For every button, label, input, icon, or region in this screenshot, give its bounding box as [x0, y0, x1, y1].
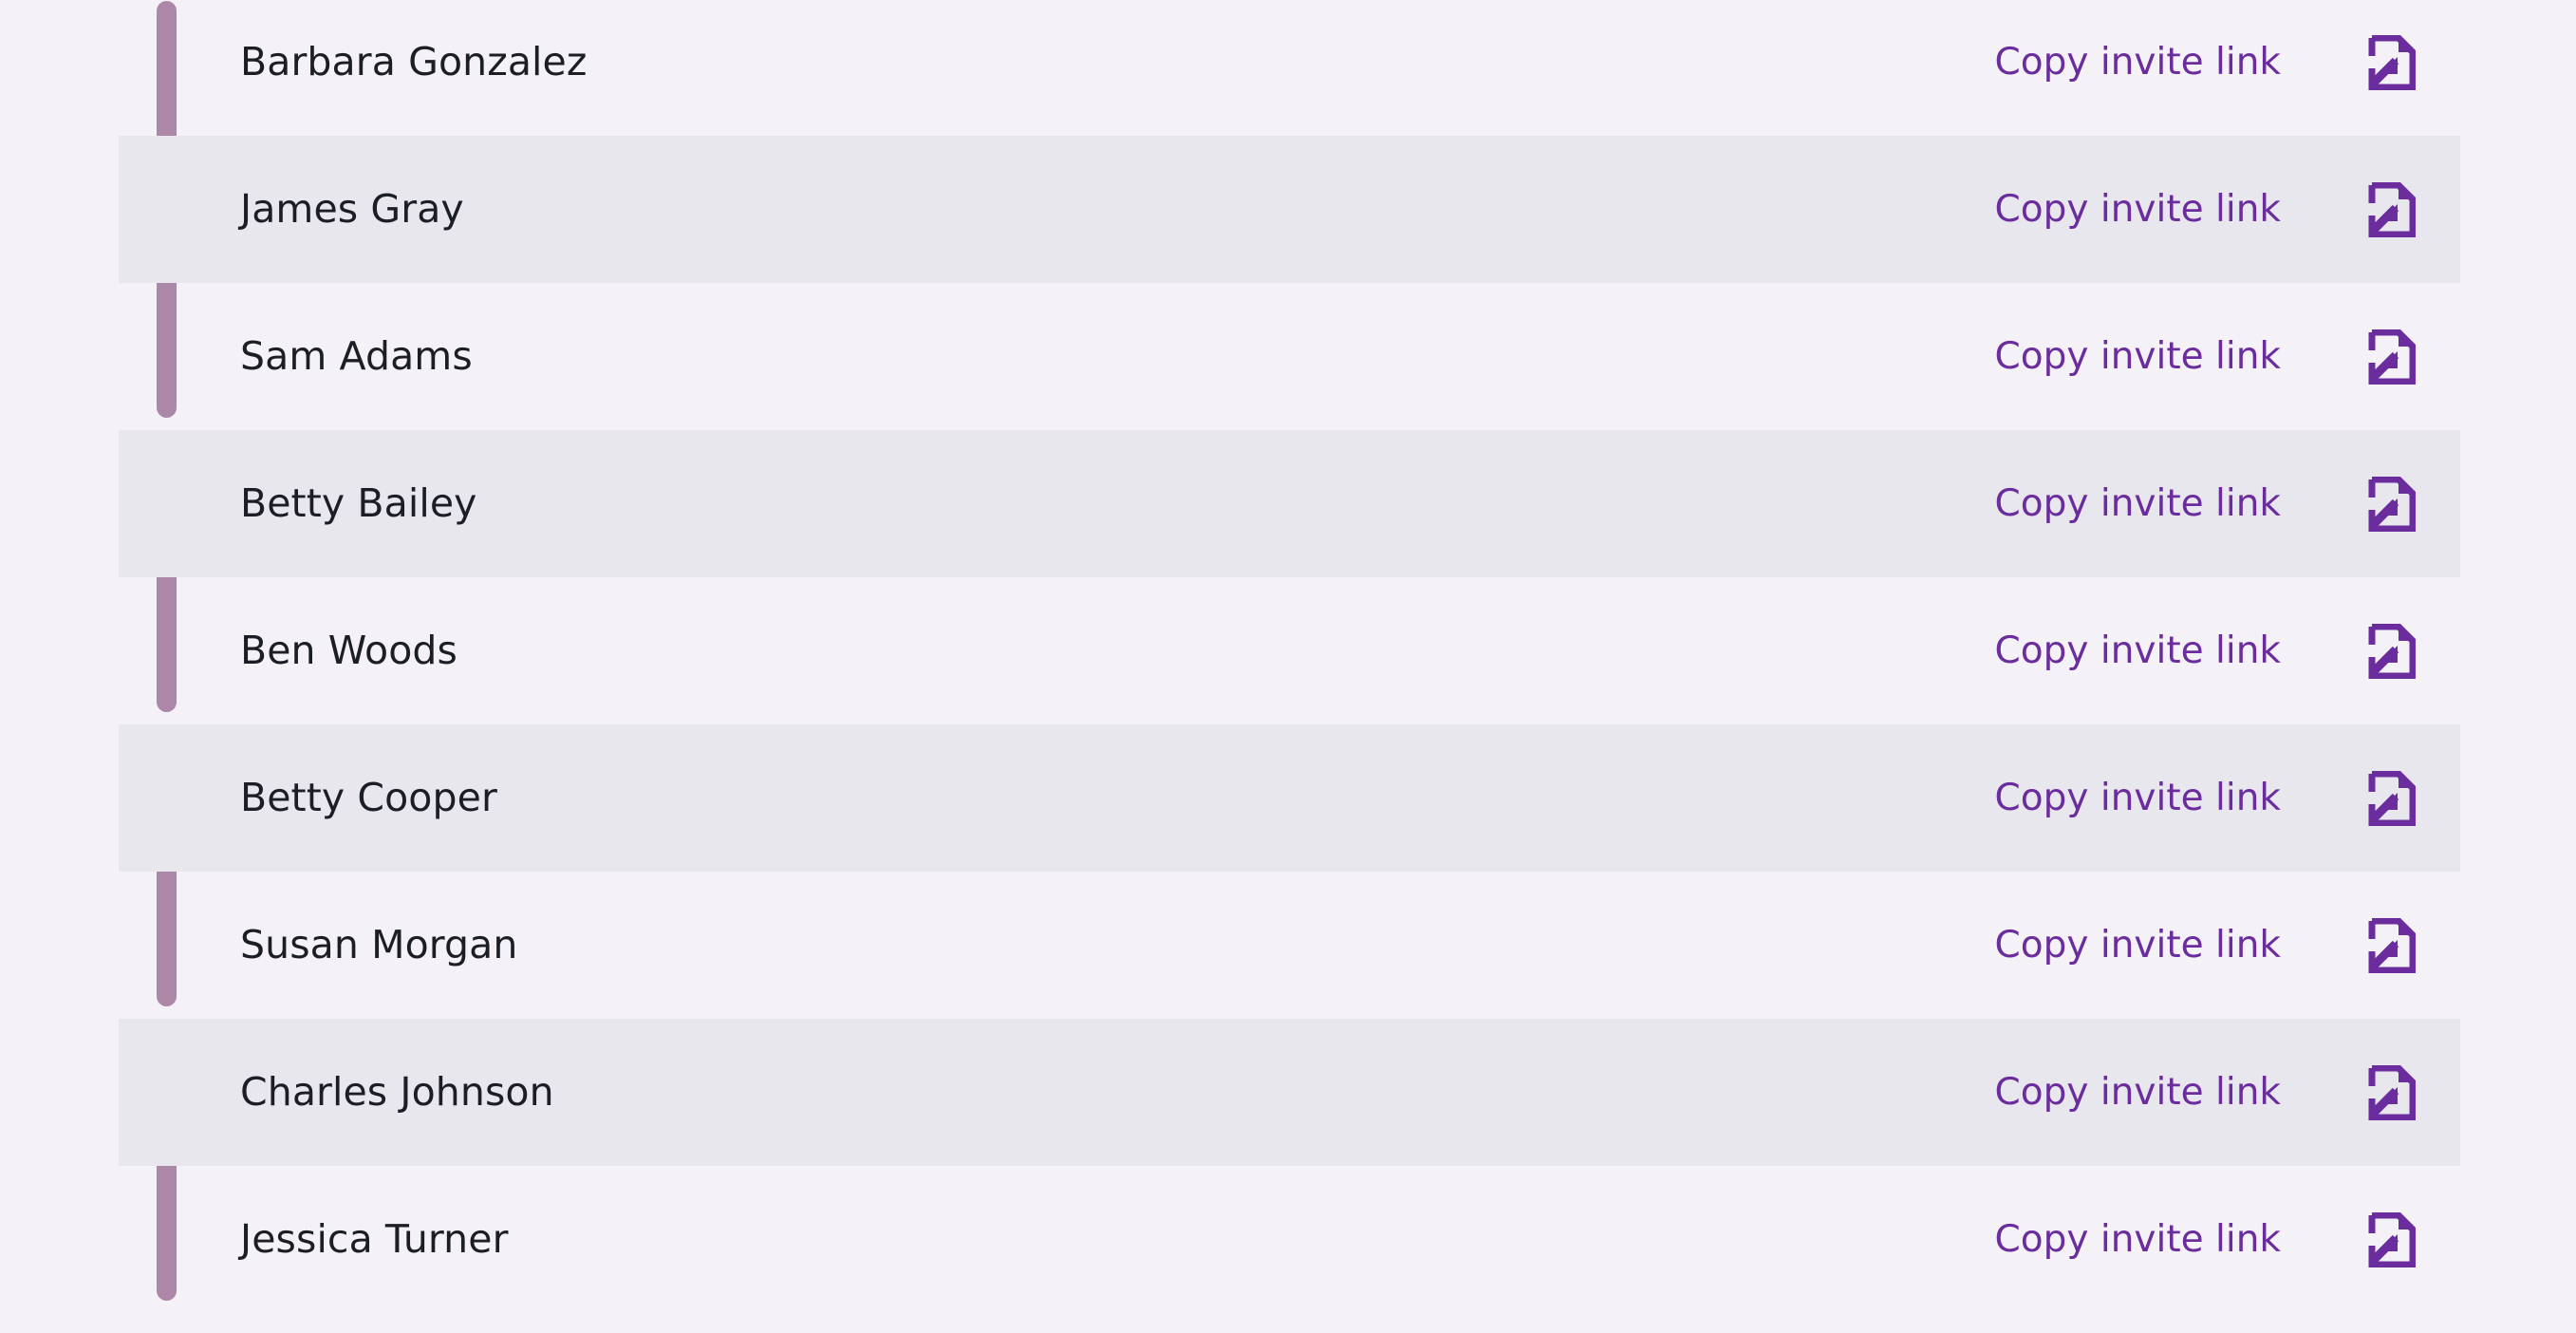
copy-invite-link-label[interactable]: Copy invite link — [1995, 927, 2281, 964]
invite-row[interactable]: Betty Cooper Copy invite link — [119, 724, 2460, 872]
copy-invite-link-action[interactable]: Copy invite link — [1995, 1064, 2416, 1120]
member-name: Susan Morgan — [240, 922, 518, 967]
file-export-icon[interactable] — [2366, 329, 2416, 385]
copy-invite-link-action[interactable]: Copy invite link — [1995, 329, 2416, 385]
copy-invite-link-action[interactable]: Copy invite link — [1995, 476, 2416, 532]
member-name: Charles Johnson — [240, 1069, 554, 1115]
copy-invite-link-action[interactable]: Copy invite link — [1995, 1211, 2416, 1267]
copy-invite-link-action[interactable]: Copy invite link — [1995, 917, 2416, 973]
file-export-icon[interactable] — [2366, 1211, 2416, 1267]
member-name: Jessica Turner — [240, 1216, 509, 1262]
invite-list: Barbara Gonzalez Copy invite link James G… — [0, 0, 2576, 1333]
copy-invite-link-label[interactable]: Copy invite link — [1995, 485, 2281, 522]
copy-invite-link-action[interactable]: Copy invite link — [1995, 34, 2416, 90]
member-name: Betty Bailey — [240, 480, 477, 526]
member-name: Ben Woods — [240, 628, 457, 673]
invite-row[interactable]: Ben Woods Copy invite link — [119, 577, 2460, 724]
copy-invite-link-label[interactable]: Copy invite link — [1995, 44, 2281, 81]
file-export-icon[interactable] — [2366, 623, 2416, 679]
copy-invite-link-action[interactable]: Copy invite link — [1995, 623, 2416, 679]
copy-invite-link-label[interactable]: Copy invite link — [1995, 632, 2281, 669]
member-name: James Gray — [240, 186, 464, 232]
invite-row[interactable]: Barbara Gonzalez Copy invite link — [119, 0, 2460, 136]
file-export-icon[interactable] — [2366, 917, 2416, 973]
invite-row[interactable]: Sam Adams Copy invite link — [119, 283, 2460, 430]
file-export-icon[interactable] — [2366, 770, 2416, 826]
copy-invite-link-label[interactable]: Copy invite link — [1995, 191, 2281, 228]
member-name: Barbara Gonzalez — [240, 39, 588, 84]
member-name: Sam Adams — [240, 333, 473, 379]
copy-invite-link-action[interactable]: Copy invite link — [1995, 181, 2416, 237]
copy-invite-link-label[interactable]: Copy invite link — [1995, 1221, 2281, 1258]
file-export-icon[interactable] — [2366, 476, 2416, 532]
invite-row[interactable]: Susan Morgan Copy invite link — [119, 872, 2460, 1019]
invite-row[interactable]: James Gray Copy invite link — [119, 136, 2460, 283]
copy-invite-link-label[interactable]: Copy invite link — [1995, 1074, 2281, 1111]
member-name: Betty Cooper — [240, 775, 497, 820]
copy-invite-link-label[interactable]: Copy invite link — [1995, 338, 2281, 375]
copy-invite-link-action[interactable]: Copy invite link — [1995, 770, 2416, 826]
file-export-icon[interactable] — [2366, 1064, 2416, 1120]
file-export-icon[interactable] — [2366, 181, 2416, 237]
invite-row[interactable]: Jessica Turner Copy invite link — [119, 1166, 2460, 1313]
invite-row[interactable]: Charles Johnson Copy invite link — [119, 1019, 2460, 1166]
invite-row[interactable]: Betty Bailey Copy invite link — [119, 430, 2460, 577]
copy-invite-link-label[interactable]: Copy invite link — [1995, 779, 2281, 817]
file-export-icon[interactable] — [2366, 34, 2416, 90]
